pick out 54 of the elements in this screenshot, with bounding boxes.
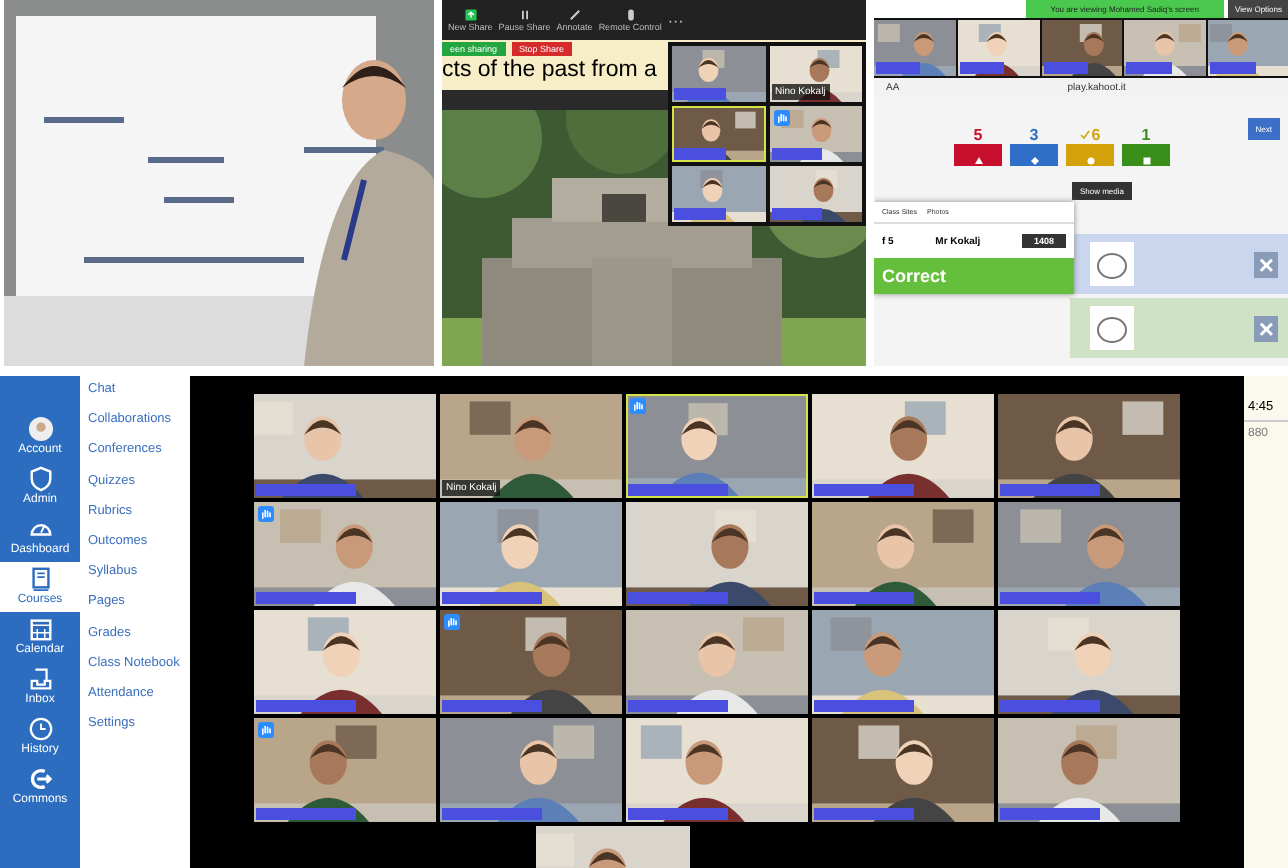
name-tag <box>814 592 915 604</box>
close-button[interactable]: × <box>1254 251 1278 277</box>
name-tag <box>628 484 729 496</box>
name-tag <box>1000 592 1101 604</box>
name-tag <box>442 808 543 820</box>
shield-icon <box>27 466 53 492</box>
name-tag <box>256 700 357 712</box>
sketch-drawing <box>1090 306 1134 350</box>
more-button[interactable]: ··· <box>667 11 684 29</box>
raised-hand-icon <box>258 722 274 738</box>
commons-icon <box>27 766 53 792</box>
name-tag <box>1210 62 1256 74</box>
name-tag <box>256 808 357 820</box>
name-tag <box>1043 62 1089 74</box>
name-tag <box>256 592 357 604</box>
share-icon <box>463 8 478 22</box>
calendar-icon <box>27 616 53 642</box>
book-icon <box>27 566 53 592</box>
answer-count: 5 <box>973 126 983 144</box>
name-tag <box>442 592 543 604</box>
clock-icon <box>27 716 53 742</box>
name-tag <box>1000 484 1101 496</box>
name-tag <box>442 700 543 712</box>
name-tag <box>959 62 1005 74</box>
name-tag <box>628 700 729 712</box>
raised-hand-icon <box>630 398 646 414</box>
name-tag <box>674 88 726 100</box>
name-tag <box>256 484 357 496</box>
inbox-icon <box>27 666 53 692</box>
name-tag <box>1126 62 1172 74</box>
name-tag <box>1000 700 1101 712</box>
name-tag <box>771 148 823 160</box>
close-button[interactable]: × <box>1254 315 1278 341</box>
name-tag <box>674 208 726 220</box>
name-tag <box>876 62 921 74</box>
answer-count: 3 <box>1029 126 1039 144</box>
result-banner: Correct <box>874 258 1074 294</box>
name-tag <box>628 592 729 604</box>
raised-hand-icon <box>444 614 460 630</box>
avatar-icon <box>27 416 53 442</box>
pen-icon <box>567 8 582 22</box>
name-tag <box>1000 808 1101 820</box>
name-tag <box>814 808 915 820</box>
name-tag <box>771 208 823 220</box>
answer-count: 1 <box>1141 126 1151 144</box>
answer-count: 6 <box>1091 126 1101 144</box>
mouse-icon <box>623 8 638 22</box>
name-tag <box>674 148 726 160</box>
pause-icon <box>517 8 532 22</box>
raised-hand-icon <box>258 506 274 522</box>
name-tag <box>814 484 915 496</box>
name-tag <box>628 808 729 820</box>
sketch-drawing <box>1090 242 1134 286</box>
name-tag <box>814 700 915 712</box>
